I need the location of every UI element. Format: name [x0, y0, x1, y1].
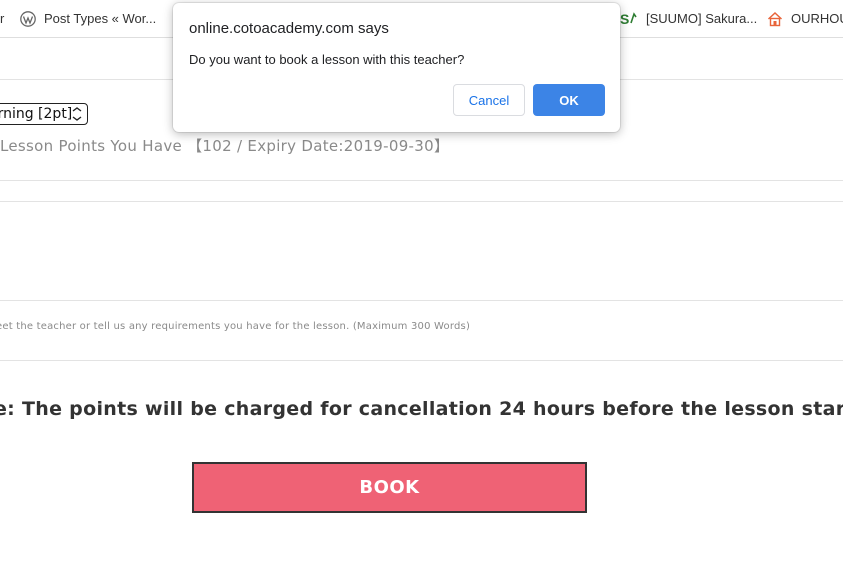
dialog-message: Do you want to book a lesson with this t…	[189, 52, 465, 67]
divider	[0, 360, 843, 361]
bookmark-item-partial[interactable]: r	[0, 0, 4, 37]
lesson-type-value: arning [2pt]	[0, 106, 73, 122]
notes-hint-text: eet the teacher or tell us any requireme…	[0, 321, 471, 332]
house-icon	[767, 11, 783, 27]
divider	[0, 180, 843, 181]
book-button[interactable]: BOOK	[192, 462, 587, 513]
ok-button[interactable]: OK	[533, 84, 605, 116]
lesson-type-select[interactable]: arning [2pt]	[0, 103, 88, 125]
chevron-down-icon	[71, 107, 83, 121]
dialog-title: online.cotoacademy.com says	[189, 20, 389, 37]
wordpress-icon	[20, 10, 36, 27]
bookmark-label: r	[0, 11, 5, 26]
cancel-button[interactable]: Cancel	[453, 84, 525, 116]
suumo-icon: S	[620, 11, 638, 27]
notes-textarea[interactable]	[0, 202, 843, 300]
lesson-points-info: Lesson Points You Have 【102 / Expiry Dat…	[0, 137, 450, 155]
svg-text:S: S	[620, 11, 629, 27]
bookmark-label: OURHOU	[791, 11, 843, 26]
divider	[0, 300, 843, 301]
bookmark-label: Post Types « Wor...	[44, 11, 157, 26]
bookmark-item-suumo[interactable]: S [SUUMO] Sakura...	[620, 0, 757, 37]
confirm-dialog: online.cotoacademy.com says Do you want …	[173, 3, 620, 132]
bookmark-label: [SUUMO] Sakura...	[646, 11, 758, 26]
bookmark-item-ourhouse[interactable]: OURHOU	[767, 0, 843, 37]
cancellation-notice: e: The points will be charged for cancel…	[0, 398, 843, 420]
bookmark-item-post-types[interactable]: Post Types « Wor...	[20, 0, 156, 37]
browser-page: r Post Types « Wor... S [SUUMO] Sakura..…	[0, 0, 843, 564]
